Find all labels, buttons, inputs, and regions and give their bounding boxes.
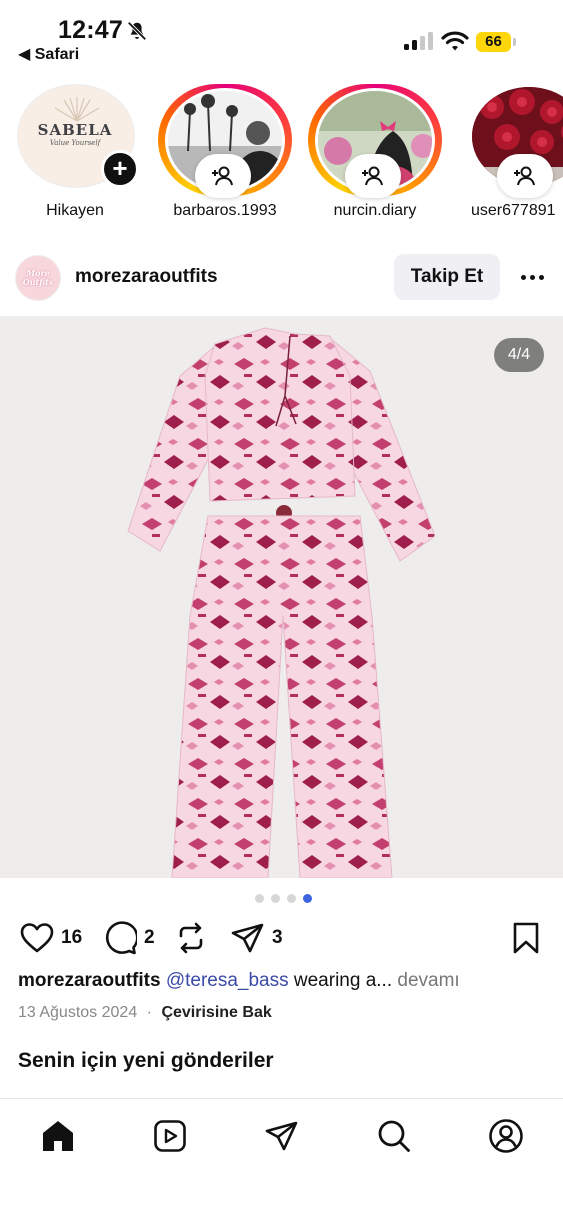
avatar-text: More Outfits xyxy=(22,268,54,287)
comment-icon xyxy=(105,921,137,955)
post-date: 13 Ağustos 2024 xyxy=(18,1004,138,1021)
more-options-icon[interactable] xyxy=(512,264,552,290)
story-user677891[interactable]: user677891 xyxy=(455,80,563,230)
add-friend-icon xyxy=(212,166,233,186)
bookmark-icon xyxy=(513,922,539,954)
sabela-logo: SABELA Value Yourself xyxy=(18,121,132,147)
tab-profile[interactable] xyxy=(486,1116,526,1156)
add-story-icon[interactable]: + xyxy=(101,150,139,188)
comment-count: 2 xyxy=(144,927,155,948)
carousel-dot xyxy=(255,894,264,903)
like-button[interactable]: 16 xyxy=(20,920,82,956)
search-icon xyxy=(378,1120,410,1152)
save-button[interactable] xyxy=(512,920,540,956)
battery-level: 66 xyxy=(476,32,511,52)
story-nurcin[interactable]: nurcin.diary xyxy=(305,80,445,230)
battery-indicator: 66 xyxy=(476,32,516,52)
story-label: Hikayen xyxy=(46,202,104,219)
carousel-dot-active xyxy=(303,894,312,903)
carousel-dots xyxy=(255,894,312,903)
sabela-logo-sub: Value Yourself xyxy=(49,139,101,147)
story-label: barbaros.1993 xyxy=(173,202,277,219)
sun-rays-icon xyxy=(54,97,100,122)
like-count: 16 xyxy=(61,927,83,948)
stories-row: SABELA Value Yourself + Hikayen barbaros… xyxy=(0,80,563,230)
caption-mention[interactable]: @teresa_bass xyxy=(166,970,289,991)
tab-home[interactable] xyxy=(38,1116,78,1156)
post-meta: 13 Ağustos 2024 · Çevirisine Bak xyxy=(18,1004,272,1022)
post-header: More Outfits morezaraoutfits Takip Et xyxy=(0,252,563,304)
carousel-dot xyxy=(287,894,296,903)
send-icon xyxy=(231,923,264,953)
meta-separator: · xyxy=(146,1004,152,1021)
repost-icon xyxy=(179,922,203,954)
add-friend-icon xyxy=(514,166,535,186)
section-title: Senin için yeni gönderiler xyxy=(18,1049,274,1072)
image-counter: 4/4 xyxy=(494,338,544,372)
back-to-safari[interactable]: ◀ Safari xyxy=(18,44,79,64)
post-username[interactable]: morezaraoutfits xyxy=(75,266,218,288)
story-label: nurcin.diary xyxy=(333,202,417,219)
add-friend-button[interactable] xyxy=(497,154,553,198)
reels-icon xyxy=(154,1120,186,1152)
story-label: user677891 xyxy=(471,202,556,219)
profile-icon xyxy=(489,1119,523,1153)
share-button[interactable]: 3 xyxy=(231,920,283,956)
story-own[interactable]: SABELA Value Yourself + Hikayen xyxy=(5,80,145,230)
follow-button[interactable]: Takip Et xyxy=(394,254,500,300)
add-friend-button[interactable] xyxy=(345,154,401,198)
bottom-tab-bar xyxy=(0,1108,563,1164)
add-friend-button[interactable] xyxy=(195,154,251,198)
status-bar: 12:47 ◀ Safari 66 xyxy=(0,0,563,70)
battery-cap xyxy=(513,38,516,46)
story-barbaros[interactable]: barbaros.1993 xyxy=(155,80,295,230)
post-caption: morezaraoutfits @teresa_bass wearing a..… xyxy=(18,970,558,992)
add-friend-icon xyxy=(362,166,383,186)
avatar[interactable]: More Outfits xyxy=(15,255,61,301)
send-icon xyxy=(265,1121,298,1151)
tab-reels[interactable] xyxy=(150,1116,190,1156)
bell-muted-icon xyxy=(127,21,147,41)
jumpsuit-photo xyxy=(0,316,563,878)
comment-button[interactable]: 2 xyxy=(103,920,155,956)
tabbar-divider xyxy=(0,1098,563,1099)
caption-more-link[interactable]: devamı xyxy=(397,970,459,991)
heart-icon xyxy=(20,923,54,953)
caption-text: wearing a... xyxy=(288,970,398,991)
wifi-icon xyxy=(441,31,469,51)
repost-button[interactable] xyxy=(175,920,207,956)
tab-search[interactable] xyxy=(374,1116,414,1156)
carousel-dot xyxy=(271,894,280,903)
caption-username[interactable]: morezaraoutfits xyxy=(18,970,161,991)
sabela-logo-name: SABELA xyxy=(37,121,113,139)
post-actions: 16 2 3 xyxy=(0,916,563,960)
post-image[interactable] xyxy=(0,316,563,878)
share-count: 3 xyxy=(272,927,283,948)
see-translation-link[interactable]: Çevirisine Bak xyxy=(161,1004,271,1021)
status-time: 12:47 xyxy=(58,16,123,44)
tab-messages[interactable] xyxy=(262,1116,302,1156)
signal-icon xyxy=(404,32,433,50)
home-icon xyxy=(43,1121,73,1151)
